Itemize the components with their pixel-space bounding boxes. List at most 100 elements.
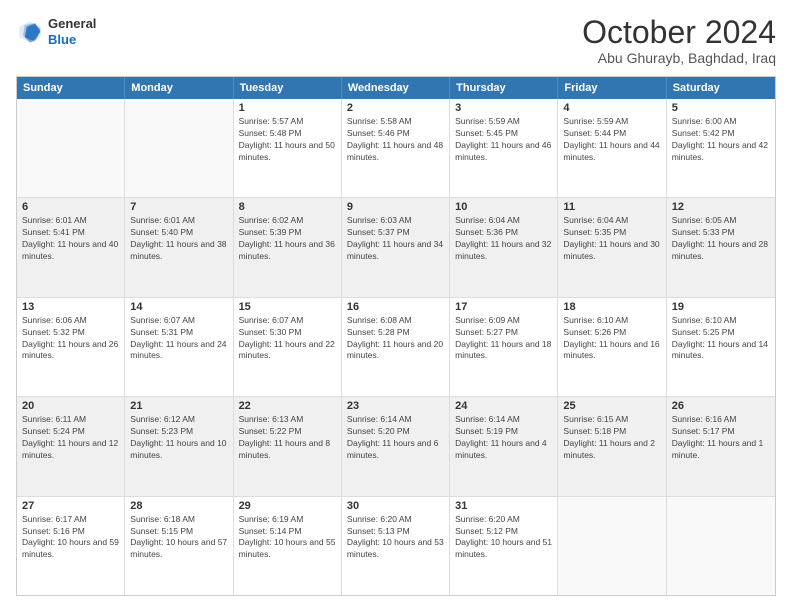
- cal-cell-5-6: [558, 497, 666, 595]
- cell-info: Sunrise: 6:06 AM Sunset: 5:32 PM Dayligh…: [22, 315, 119, 363]
- day-number: 18: [563, 301, 660, 313]
- logo-text: General Blue: [48, 16, 96, 47]
- cell-info: Sunrise: 5:59 AM Sunset: 5:44 PM Dayligh…: [563, 116, 660, 164]
- cal-cell-4-3: 22 Sunrise: 6:13 AM Sunset: 5:22 PM Dayli…: [234, 397, 342, 495]
- day-number: 9: [347, 201, 444, 213]
- cal-cell-2-6: 11Sunrise: 6:04 AM Sunset: 5:35 PM Dayli…: [558, 198, 666, 296]
- calendar-row-3: 13 Sunrise: 6:06 AM Sunset: 5:32 PM Dayli…: [17, 297, 775, 396]
- header: General Blue October 2024 Abu Ghurayb, B…: [16, 16, 776, 66]
- cal-cell-3-1: 13 Sunrise: 6:06 AM Sunset: 5:32 PM Dayli…: [17, 298, 125, 396]
- page: General Blue October 2024 Abu Ghurayb, B…: [0, 0, 792, 612]
- cell-info: Sunrise: 6:17 AM Sunset: 5:16 PM Dayligh…: [22, 514, 119, 562]
- cal-cell-3-3: 15 Sunrise: 6:07 AM Sunset: 5:30 PM Dayli…: [234, 298, 342, 396]
- cal-cell-1-4: 2 Sunrise: 5:58 AM Sunset: 5:46 PM Daylig…: [342, 99, 450, 197]
- cal-cell-2-4: 9 Sunrise: 6:03 AM Sunset: 5:37 PM Daylig…: [342, 198, 450, 296]
- calendar-body: 1Sunrise: 5:57 AM Sunset: 5:48 PM Daylig…: [17, 99, 775, 595]
- cal-cell-5-3: 29 Sunrise: 6:19 AM Sunset: 5:14 PM Dayli…: [234, 497, 342, 595]
- cal-cell-4-4: 23Sunrise: 6:14 AM Sunset: 5:20 PM Dayli…: [342, 397, 450, 495]
- cal-cell-4-2: 21 Sunrise: 6:12 AM Sunset: 5:23 PM Dayli…: [125, 397, 233, 495]
- day-number: 24: [455, 400, 552, 412]
- logo-blue: Blue: [48, 32, 96, 48]
- cell-info: Sunrise: 6:10 AM Sunset: 5:25 PM Dayligh…: [672, 315, 770, 363]
- day-number: 2: [347, 102, 444, 114]
- cal-cell-3-7: 19Sunrise: 6:10 AM Sunset: 5:25 PM Dayli…: [667, 298, 775, 396]
- cal-cell-3-6: 18 Sunrise: 6:10 AM Sunset: 5:26 PM Dayli…: [558, 298, 666, 396]
- header-sunday: Sunday: [17, 77, 125, 99]
- cal-cell-1-2: [125, 99, 233, 197]
- cal-cell-5-4: 30 Sunrise: 6:20 AM Sunset: 5:13 PM Dayli…: [342, 497, 450, 595]
- calendar-row-4: 20 Sunrise: 6:11 AM Sunset: 5:24 PM Dayli…: [17, 396, 775, 495]
- header-friday: Friday: [558, 77, 666, 99]
- day-number: 6: [22, 201, 119, 213]
- logo-icon: [16, 18, 44, 46]
- cell-info: Sunrise: 6:04 AM Sunset: 5:35 PM Dayligh…: [563, 215, 660, 263]
- cal-cell-4-5: 24Sunrise: 6:14 AM Sunset: 5:19 PM Dayli…: [450, 397, 558, 495]
- day-number: 8: [239, 201, 336, 213]
- cell-info: Sunrise: 6:12 AM Sunset: 5:23 PM Dayligh…: [130, 414, 227, 462]
- day-number: 7: [130, 201, 227, 213]
- cell-info: Sunrise: 6:13 AM Sunset: 5:22 PM Dayligh…: [239, 414, 336, 462]
- cal-cell-5-2: 28Sunrise: 6:18 AM Sunset: 5:15 PM Dayli…: [125, 497, 233, 595]
- cal-cell-3-2: 14 Sunrise: 6:07 AM Sunset: 5:31 PM Dayli…: [125, 298, 233, 396]
- cell-info: Sunrise: 6:09 AM Sunset: 5:27 PM Dayligh…: [455, 315, 552, 363]
- cal-cell-5-7: [667, 497, 775, 595]
- day-number: 20: [22, 400, 119, 412]
- cell-info: Sunrise: 6:02 AM Sunset: 5:39 PM Dayligh…: [239, 215, 336, 263]
- day-number: 14: [130, 301, 227, 313]
- day-number: 10: [455, 201, 552, 213]
- cell-info: Sunrise: 6:01 AM Sunset: 5:40 PM Dayligh…: [130, 215, 227, 263]
- month-title: October 2024: [582, 16, 776, 48]
- day-number: 22: [239, 400, 336, 412]
- cell-info: Sunrise: 6:14 AM Sunset: 5:20 PM Dayligh…: [347, 414, 444, 462]
- cal-cell-2-3: 8 Sunrise: 6:02 AM Sunset: 5:39 PM Daylig…: [234, 198, 342, 296]
- header-monday: Monday: [125, 77, 233, 99]
- cell-info: Sunrise: 6:20 AM Sunset: 5:13 PM Dayligh…: [347, 514, 444, 562]
- cal-cell-2-1: 6Sunrise: 6:01 AM Sunset: 5:41 PM Daylig…: [17, 198, 125, 296]
- calendar-header: Sunday Monday Tuesday Wednesday Thursday…: [17, 77, 775, 99]
- logo: General Blue: [16, 16, 96, 47]
- day-number: 1: [239, 102, 336, 114]
- cal-cell-1-7: 5 Sunrise: 6:00 AM Sunset: 5:42 PM Daylig…: [667, 99, 775, 197]
- day-number: 15: [239, 301, 336, 313]
- cell-info: Sunrise: 6:10 AM Sunset: 5:26 PM Dayligh…: [563, 315, 660, 363]
- cal-cell-1-6: 4 Sunrise: 5:59 AM Sunset: 5:44 PM Daylig…: [558, 99, 666, 197]
- header-thursday: Thursday: [450, 77, 558, 99]
- day-number: 17: [455, 301, 552, 313]
- day-number: 16: [347, 301, 444, 313]
- cal-cell-2-5: 10Sunrise: 6:04 AM Sunset: 5:36 PM Dayli…: [450, 198, 558, 296]
- cal-cell-2-7: 12 Sunrise: 6:05 AM Sunset: 5:33 PM Dayli…: [667, 198, 775, 296]
- cal-cell-5-5: 31Sunrise: 6:20 AM Sunset: 5:12 PM Dayli…: [450, 497, 558, 595]
- title-block: October 2024 Abu Ghurayb, Baghdad, Iraq: [582, 16, 776, 66]
- cell-info: Sunrise: 6:15 AM Sunset: 5:18 PM Dayligh…: [563, 414, 660, 462]
- cell-info: Sunrise: 6:03 AM Sunset: 5:37 PM Dayligh…: [347, 215, 444, 263]
- cal-cell-2-2: 7 Sunrise: 6:01 AM Sunset: 5:40 PM Daylig…: [125, 198, 233, 296]
- day-number: 29: [239, 500, 336, 512]
- day-number: 12: [672, 201, 770, 213]
- day-number: 26: [672, 400, 770, 412]
- calendar-row-5: 27 Sunrise: 6:17 AM Sunset: 5:16 PM Dayli…: [17, 496, 775, 595]
- day-number: 27: [22, 500, 119, 512]
- cal-cell-4-6: 25 Sunrise: 6:15 AM Sunset: 5:18 PM Dayli…: [558, 397, 666, 495]
- cell-info: Sunrise: 6:00 AM Sunset: 5:42 PM Dayligh…: [672, 116, 770, 164]
- cell-info: Sunrise: 6:11 AM Sunset: 5:24 PM Dayligh…: [22, 414, 119, 462]
- day-number: 30: [347, 500, 444, 512]
- day-number: 28: [130, 500, 227, 512]
- day-number: 4: [563, 102, 660, 114]
- calendar-row-2: 6Sunrise: 6:01 AM Sunset: 5:41 PM Daylig…: [17, 197, 775, 296]
- cal-cell-1-1: [17, 99, 125, 197]
- day-number: 3: [455, 102, 552, 114]
- cal-cell-4-1: 20 Sunrise: 6:11 AM Sunset: 5:24 PM Dayli…: [17, 397, 125, 495]
- cell-info: Sunrise: 6:07 AM Sunset: 5:31 PM Dayligh…: [130, 315, 227, 363]
- day-number: 5: [672, 102, 770, 114]
- day-number: 21: [130, 400, 227, 412]
- header-wednesday: Wednesday: [342, 77, 450, 99]
- day-number: 13: [22, 301, 119, 313]
- calendar: Sunday Monday Tuesday Wednesday Thursday…: [16, 76, 776, 596]
- cal-cell-3-5: 17 Sunrise: 6:09 AM Sunset: 5:27 PM Dayli…: [450, 298, 558, 396]
- cal-cell-1-3: 1Sunrise: 5:57 AM Sunset: 5:48 PM Daylig…: [234, 99, 342, 197]
- cell-info: Sunrise: 5:58 AM Sunset: 5:46 PM Dayligh…: [347, 116, 444, 164]
- cell-info: Sunrise: 6:19 AM Sunset: 5:14 PM Dayligh…: [239, 514, 336, 562]
- cell-info: Sunrise: 6:07 AM Sunset: 5:30 PM Dayligh…: [239, 315, 336, 363]
- day-number: 25: [563, 400, 660, 412]
- cell-info: Sunrise: 6:05 AM Sunset: 5:33 PM Dayligh…: [672, 215, 770, 263]
